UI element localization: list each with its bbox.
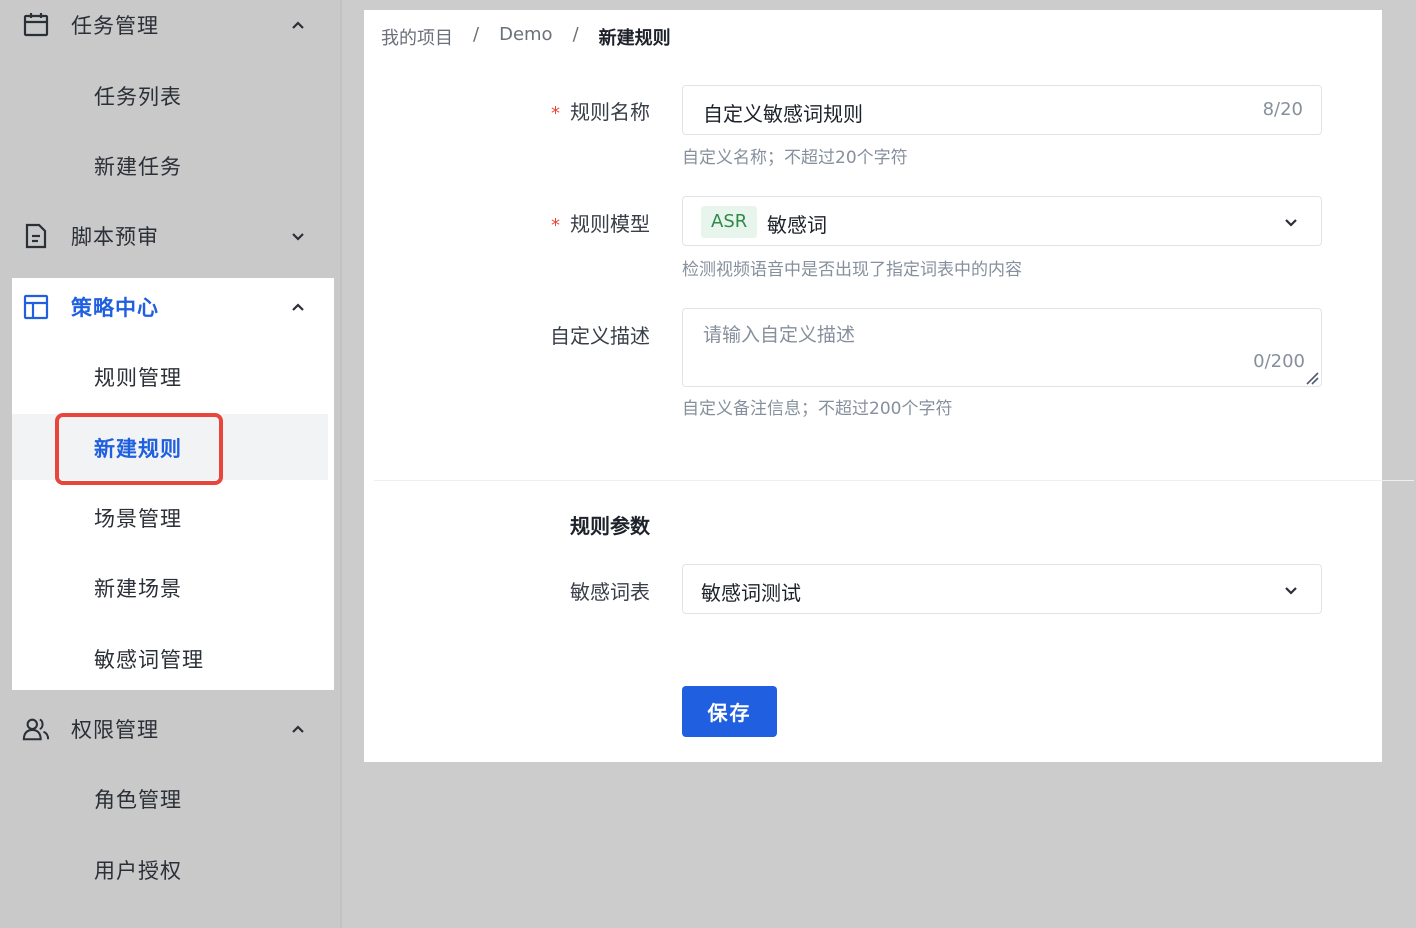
content-card: 我的项目 / Demo / 新建规则 * 规则名称 自定义敏感词规则 8/20 自… <box>364 10 1414 762</box>
chevron-down-icon <box>288 226 308 246</box>
sidebar-group-permission[interactable]: 权限管理 <box>12 694 334 764</box>
sidebar-item-new-scene[interactable]: 新建场景 <box>12 553 334 623</box>
sidebar-item-task-list[interactable]: 任务列表 <box>12 61 334 131</box>
sidebar-group-label: 权限管理 <box>71 718 159 742</box>
required-mark: * <box>551 215 560 236</box>
chevron-up-icon <box>288 15 308 35</box>
params-section-title: 规则参数 <box>570 514 650 538</box>
breadcrumb-item-demo[interactable]: Demo <box>499 24 552 50</box>
document-icon <box>22 222 50 250</box>
breadcrumb-item-current: 新建规则 <box>598 28 671 49</box>
rule-model-select[interactable]: ASR 敏感词 <box>682 196 1322 246</box>
description-label: 自定义描述 <box>550 324 650 348</box>
save-button[interactable]: 保存 <box>682 686 777 737</box>
sidebar-item-sensitive-words[interactable]: 敏感词管理 <box>12 624 334 694</box>
asr-tag: ASR <box>701 206 758 238</box>
chevron-up-icon <box>288 297 308 317</box>
resize-handle-icon[interactable] <box>1305 370 1319 385</box>
required-mark: * <box>551 103 560 124</box>
sidebar-group-label: 策略中心 <box>71 296 159 320</box>
rule-model-label: * 规则模型 <box>551 212 650 236</box>
word-list-value: 敏感词测试 <box>701 581 801 605</box>
breadcrumb-separator: / <box>473 24 480 45</box>
breadcrumb-item-my-projects[interactable]: 我的项目 <box>381 24 453 50</box>
calendar-icon <box>22 11 50 39</box>
sidebar-item-scene-management[interactable]: 场景管理 <box>12 483 334 553</box>
sidebar-item-rule-management[interactable]: 规则管理 <box>12 342 334 412</box>
sidebar: 任务管理 任务列表 新建任务 脚本预审 策略中心 规则管理 新建规则 场景管理 … <box>0 0 342 928</box>
sidebar-item-user-authorization[interactable]: 用户授权 <box>12 835 334 905</box>
sidebar-group-task-management[interactable]: 任务管理 <box>12 0 334 60</box>
rule-model-help: 检测视频语音中是否出现了指定词表中的内容 <box>682 260 1022 280</box>
sidebar-item-new-task[interactable]: 新建任务 <box>12 131 334 201</box>
highlight-box <box>55 413 223 485</box>
chevron-up-icon <box>288 719 308 739</box>
rule-name-input[interactable]: 自定义敏感词规则 8/20 <box>682 85 1322 135</box>
section-divider <box>374 480 1414 481</box>
sidebar-group-script-review[interactable]: 脚本预审 <box>12 201 334 271</box>
chevron-down-icon <box>1281 580 1301 600</box>
sidebar-item-role-management[interactable]: 角色管理 <box>12 764 334 834</box>
sidebar-group-label: 脚本预审 <box>71 225 159 249</box>
description-textarea[interactable]: 请输入自定义描述 0/200 <box>682 308 1322 387</box>
rule-name-label: * 规则名称 <box>551 100 650 124</box>
rule-name-counter: 8/20 <box>1262 99 1303 120</box>
description-placeholder: 请输入自定义描述 <box>703 324 856 346</box>
sidebar-group-label: 任务管理 <box>71 14 159 38</box>
word-list-select[interactable]: 敏感词测试 <box>682 564 1322 614</box>
chevron-down-icon <box>1281 212 1301 232</box>
description-counter: 0/200 <box>1253 351 1305 372</box>
sidebar-group-strategy-center[interactable]: 策略中心 <box>12 272 334 342</box>
layout-icon <box>22 293 50 321</box>
word-list-label: 敏感词表 <box>570 580 650 604</box>
rule-name-help: 自定义名称；不超过20个字符 <box>682 148 908 168</box>
breadcrumb-separator: / <box>572 24 579 45</box>
description-help: 自定义备注信息；不超过200个字符 <box>682 399 953 419</box>
breadcrumb: 我的项目 / Demo / 新建规则 <box>381 24 671 50</box>
rule-name-value: 自定义敏感词规则 <box>703 102 863 126</box>
rule-model-value: 敏感词 <box>767 213 827 237</box>
users-icon <box>22 715 50 743</box>
